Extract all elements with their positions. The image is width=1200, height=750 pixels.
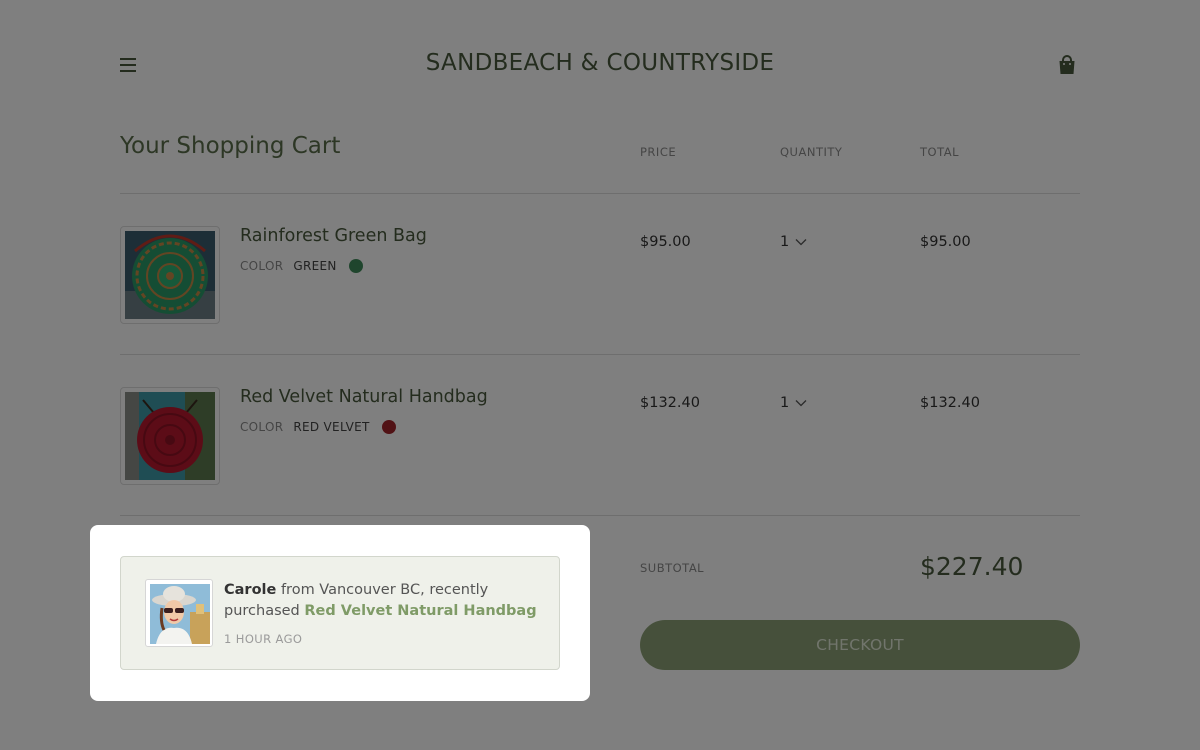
purchase-notification-popup: Carole from Vancouver BC, recently purch… bbox=[90, 525, 590, 701]
notification-card[interactable]: Carole from Vancouver BC, recently purch… bbox=[120, 556, 560, 670]
notification-message: Carole from Vancouver BC, recently purch… bbox=[224, 580, 544, 622]
customer-photo bbox=[145, 579, 213, 647]
customer-name: Carole bbox=[224, 582, 277, 598]
notification-timestamp: 1 HOUR AGO bbox=[224, 632, 303, 646]
notification-product-link[interactable]: Red Velvet Natural Handbag bbox=[304, 603, 536, 619]
woman-in-hat-image bbox=[150, 584, 210, 644]
